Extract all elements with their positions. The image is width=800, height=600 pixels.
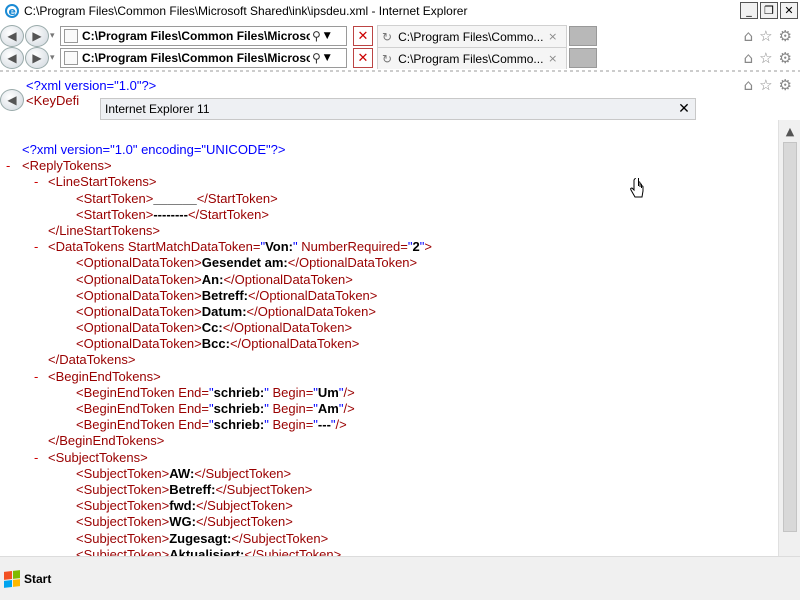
xml-leaf: <BeginEndToken End="schrieb:" Begin="Am"… (76, 401, 355, 416)
xml-node[interactable]: - <DataTokens StartMatchDataToken="Von:" … (0, 239, 778, 255)
home-icon[interactable]: ⌂ (744, 27, 754, 45)
page-icon (64, 29, 78, 43)
xml-close-tag: </LineStartTokens> (48, 222, 161, 238)
maximize-button[interactable]: ❐ (760, 2, 778, 19)
tab-close-icon[interactable]: × (548, 52, 557, 65)
browser-tab[interactable]: ↻ C:\Program Files\Commo... × (377, 25, 567, 47)
xml-leaf: <OptionalDataToken>Bcc:</OptionalDataTok… (76, 336, 360, 352)
back-button[interactable]: ◀ (0, 89, 24, 111)
xml-leaf: <SubjectToken>WG:</SubjectToken> (76, 514, 293, 530)
xml-leaf: <OptionalDataToken>Datum:</OptionalDataT… (76, 303, 376, 319)
address-dropdown-icon[interactable]: ▼ (324, 53, 331, 63)
xml-declaration: <?xml version="1.0" encoding="UNICODE"?> (22, 142, 286, 157)
tab-title: C:\Program Files\Commo... (398, 51, 544, 66)
forward-button[interactable]: ▶ (25, 25, 49, 47)
ie-logo-icon: e (5, 4, 19, 18)
tab-close-icon[interactable]: × (548, 30, 557, 43)
xml-close-tag: </BeginEndTokens> (48, 433, 165, 449)
xml-document-view: <?xml version="1.0" encoding="UNICODE"?>… (0, 120, 778, 556)
xml-leaf: <BeginEndToken End="schrieb:" Begin="---… (76, 417, 347, 433)
taskbar: Start (0, 556, 800, 600)
collapse-toggle[interactable]: - (34, 174, 38, 190)
address-dropdown-icon[interactable]: ▼ (324, 31, 331, 41)
xml-leaf: <OptionalDataToken>Cc:</OptionalDataToke… (76, 320, 353, 336)
settings-gear-icon[interactable]: ⚙ (779, 49, 792, 67)
xml-node[interactable]: - <SubjectTokens> (0, 450, 778, 466)
xml-leaf: <SubjectToken>Aktualisiert:</SubjectToke… (76, 546, 342, 556)
page-icon (64, 51, 78, 65)
close-window-button[interactable]: ✕ (780, 2, 798, 19)
hand-pointer-icon (630, 178, 644, 198)
settings-gear-icon[interactable]: ⚙ (779, 76, 792, 94)
xml-leaf: <SubjectToken>Zugesagt:</SubjectToken> (76, 530, 329, 546)
stop-button[interactable]: ✕ (353, 26, 373, 46)
home-icon[interactable]: ⌂ (744, 76, 754, 94)
ghost-keydef-text: <KeyDefi (26, 93, 80, 108)
xml-close-tag: </DataTokens> (48, 352, 136, 368)
address-bar[interactable]: C:\Program Files\Common Files\Microsoft … (60, 48, 347, 68)
ie11-dialog-titlebar: Internet Explorer 11 ✕ (100, 98, 696, 120)
forward-button[interactable]: ▶ (25, 47, 49, 69)
xml-leaf: <SubjectToken>Betreff:</SubjectToken> (76, 481, 313, 497)
favorites-icon[interactable]: ☆ (759, 76, 772, 94)
navigation-bar-duplicate: ◀ ▶ ▾ C:\Program Files\Common Files\Micr… (0, 47, 800, 69)
xml-leaf: <StartToken>______</StartToken> (76, 190, 278, 206)
scroll-up-icon[interactable]: ▲ (779, 120, 800, 142)
vertical-scrollbar[interactable]: ▲ (778, 120, 800, 556)
xml-leaf: <StartToken>--------</StartToken> (76, 206, 269, 222)
xml-leaf: <BeginEndToken End="schrieb:" Begin="Um"… (76, 384, 355, 400)
collapse-toggle[interactable]: - (6, 158, 10, 174)
favorites-icon[interactable]: ☆ (759, 27, 772, 45)
collapse-toggle[interactable]: - (34, 239, 38, 255)
xml-node[interactable]: - <LineStartTokens> (0, 174, 778, 190)
tab-title: C:\Program Files\Commo... (398, 29, 544, 44)
search-icon[interactable]: ⚲ (312, 29, 321, 43)
window-titlebar: e C:\Program Files\Common Files\Microsof… (0, 0, 800, 22)
xml-leaf: <OptionalDataToken>An:</OptionalDataToke… (76, 271, 353, 287)
windows-logo-icon (4, 569, 20, 588)
collapse-toggle[interactable]: - (34, 450, 38, 466)
history-dropdown-icon[interactable]: ▾ (50, 31, 60, 41)
home-icon[interactable]: ⌂ (744, 49, 754, 67)
back-button[interactable]: ◀ (0, 25, 24, 47)
address-input[interactable]: C:\Program Files\Common Files\Microsoft (82, 51, 310, 65)
start-button[interactable]: Start (4, 569, 52, 588)
address-bar[interactable]: C:\Program Files\Common Files\Microsoft … (60, 26, 347, 46)
browser-tab[interactable]: ↻ C:\Program Files\Commo... × (377, 47, 567, 69)
xml-leaf: <SubjectToken>AW:</SubjectToken> (76, 465, 292, 481)
window-title: C:\Program Files\Common Files\Microsoft … (24, 4, 468, 18)
collapse-toggle[interactable]: - (34, 369, 38, 385)
new-tab-button[interactable] (569, 26, 597, 46)
settings-gear-icon[interactable]: ⚙ (779, 27, 792, 45)
xml-leaf: <SubjectToken>fwd:</SubjectToken> (76, 498, 293, 514)
xml-node[interactable]: - <ReplyTokens> (0, 158, 778, 174)
scrollbar-thumb[interactable] (783, 142, 797, 532)
ghost-nav-fragment: ◀ <KeyDefi (0, 89, 100, 111)
xml-leaf: <OptionalDataToken>Gesendet am:</Optiona… (76, 255, 418, 271)
xml-node[interactable]: - <BeginEndTokens> (0, 369, 778, 385)
loading-icon: ↻ (382, 29, 393, 44)
xml-leaf: <OptionalDataToken>Betreff:</OptionalDat… (76, 287, 378, 303)
search-icon[interactable]: ⚲ (312, 51, 321, 65)
back-button[interactable]: ◀ (0, 47, 24, 69)
history-dropdown-icon[interactable]: ▾ (50, 53, 60, 63)
stop-button[interactable]: ✕ (353, 48, 373, 68)
minimize-button[interactable]: _ (740, 2, 758, 19)
ghosted-render-artifact: <?xml version="1.0"?> ⌂ ☆ ⚙ (0, 70, 800, 98)
new-tab-button[interactable] (569, 48, 597, 68)
favorites-icon[interactable]: ☆ (759, 49, 772, 67)
start-label: Start (24, 571, 52, 586)
svg-text:e: e (9, 5, 16, 18)
navigation-bar: ◀ ▶ ▾ C:\Program Files\Common Files\Micr… (0, 25, 800, 47)
address-input[interactable]: C:\Program Files\Common Files\Microsoft (82, 29, 310, 43)
dialog-title: Internet Explorer 11 (105, 102, 210, 116)
loading-icon: ↻ (382, 51, 393, 66)
dialog-close-button[interactable]: ✕ (677, 101, 691, 117)
